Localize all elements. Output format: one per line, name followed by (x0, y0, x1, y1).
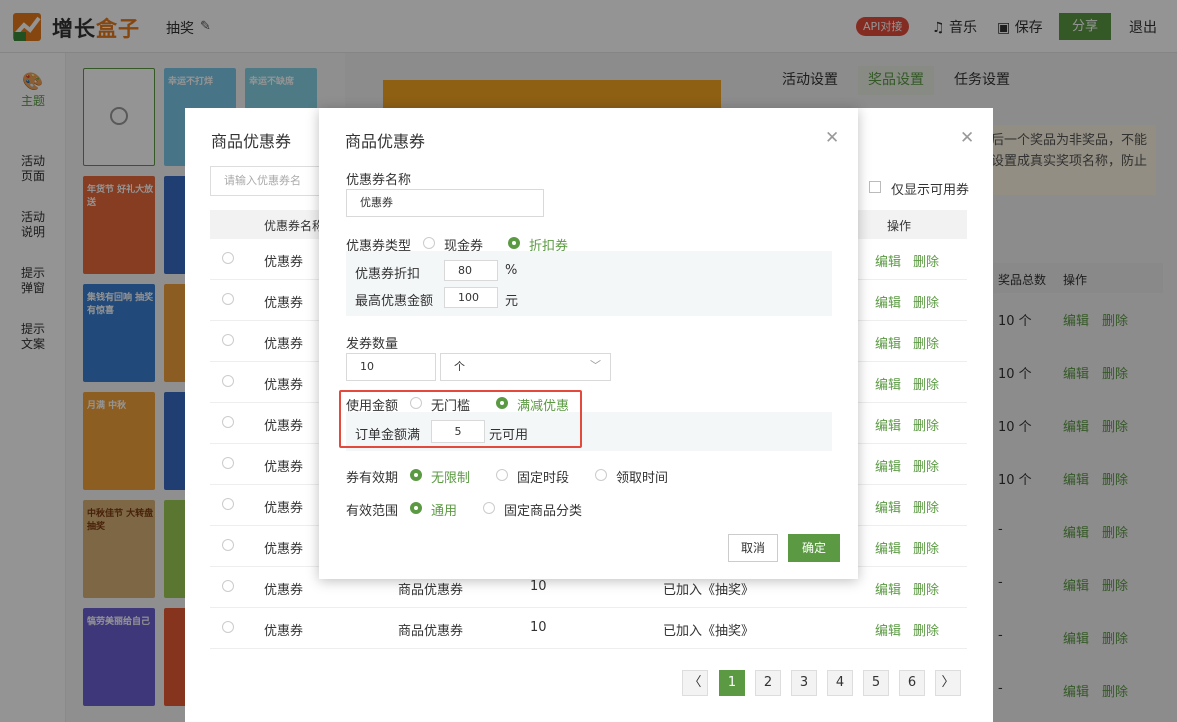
row-radio[interactable] (222, 416, 234, 428)
discount-unit: % (505, 263, 518, 278)
delete-link[interactable]: 删除 (913, 415, 939, 434)
radio-fixed-period-label: 固定时段 (517, 471, 570, 486)
delete-link[interactable]: 删除 (913, 620, 939, 639)
row-radio[interactable] (222, 252, 234, 264)
delete-link[interactable]: 删除 (913, 579, 939, 598)
row-radio[interactable] (222, 334, 234, 346)
coupon-search-input[interactable]: 请输入优惠券名 (210, 166, 322, 196)
radio-general[interactable] (410, 502, 422, 514)
chevron-down-icon: ﹀ (590, 359, 601, 372)
unit-select[interactable]: 个 ﹀ (440, 353, 611, 381)
confirm-button[interactable]: 确定 (788, 534, 840, 562)
row-radio[interactable] (222, 498, 234, 510)
radio-discount[interactable] (508, 237, 520, 249)
scope-label: 有效范围 (346, 504, 399, 519)
row-radio[interactable] (222, 293, 234, 305)
quantity-label: 发券数量 (346, 337, 399, 352)
edit-link[interactable]: 编辑 (875, 415, 901, 434)
edit-link[interactable]: 编辑 (875, 292, 901, 311)
validity-label: 券有效期 (346, 471, 399, 486)
discount-input[interactable]: 80 (444, 260, 498, 281)
delete-link[interactable]: 删除 (913, 456, 939, 475)
prev-page-button[interactable]: 〈 (682, 670, 708, 696)
delete-link[interactable]: 删除 (913, 251, 939, 270)
edit-link[interactable]: 编辑 (875, 251, 901, 270)
page-button[interactable]: 5 (863, 670, 889, 696)
page-button[interactable]: 2 (755, 670, 781, 696)
delete-link[interactable]: 删除 (913, 497, 939, 516)
max-discount-label: 最高优惠金额 (355, 294, 434, 309)
delete-link[interactable]: 删除 (913, 538, 939, 557)
only-available-label: 仅显示可用券 (891, 183, 970, 198)
coupon-name-label: 优惠券名称 (346, 173, 412, 188)
edit-link[interactable]: 编辑 (875, 374, 901, 393)
max-discount-unit: 元 (505, 294, 519, 309)
radio-unlimited[interactable] (410, 469, 422, 481)
radio-unlimited-label: 无限制 (431, 471, 471, 486)
row-radio[interactable] (222, 539, 234, 551)
quantity-input[interactable]: 10 (346, 353, 436, 381)
radio-cash[interactable] (423, 237, 435, 249)
page-button[interactable]: 4 (827, 670, 853, 696)
row-radio[interactable] (222, 375, 234, 387)
coupon-edit-dialog: 商品优惠券 ✕ 优惠券名称 优惠券 优惠券类型 现金券 折扣券 优惠券折扣 80… (319, 108, 858, 579)
edit-link[interactable]: 编辑 (875, 456, 901, 475)
cancel-button[interactable]: 取消 (728, 534, 778, 562)
page-button[interactable]: 1 (719, 670, 745, 696)
delete-link[interactable]: 删除 (913, 333, 939, 352)
edit-link[interactable]: 编辑 (875, 497, 901, 516)
coupon-list-title: 商品优惠券 (211, 132, 292, 151)
row-radio[interactable] (222, 457, 234, 469)
table-row: 优惠券 商品优惠券 10 已加入《抽奖》 编辑 删除 (210, 608, 967, 649)
next-page-button[interactable]: 〉 (935, 670, 961, 696)
dialog-title: 商品优惠券 (345, 132, 426, 151)
close-icon[interactable]: ✕ (825, 128, 839, 148)
radio-claim-time-label: 领取时间 (616, 471, 669, 486)
highlight-box (339, 390, 582, 448)
edit-link[interactable]: 编辑 (875, 333, 901, 352)
radio-category[interactable] (483, 502, 495, 514)
edit-link[interactable]: 编辑 (875, 538, 901, 557)
radio-category-label: 固定商品分类 (504, 504, 583, 519)
page-button[interactable]: 6 (899, 670, 925, 696)
only-available-checkbox[interactable] (869, 181, 881, 193)
close-icon[interactable]: ✕ (960, 128, 974, 148)
edit-link[interactable]: 编辑 (875, 620, 901, 639)
coupon-name-input[interactable]: 优惠券 (346, 189, 544, 217)
radio-general-label: 通用 (431, 504, 458, 519)
discount-panel: 优惠券折扣 80 % 最高优惠金额 100 元 (346, 251, 832, 316)
radio-fixed-period[interactable] (496, 469, 508, 481)
row-radio[interactable] (222, 580, 234, 592)
page-button[interactable]: 3 (791, 670, 817, 696)
delete-link[interactable]: 删除 (913, 374, 939, 393)
discount-label: 优惠券折扣 (355, 267, 421, 282)
max-discount-input[interactable]: 100 (444, 287, 498, 308)
row-radio[interactable] (222, 621, 234, 633)
delete-link[interactable]: 删除 (913, 292, 939, 311)
radio-claim-time[interactable] (595, 469, 607, 481)
edit-link[interactable]: 编辑 (875, 579, 901, 598)
